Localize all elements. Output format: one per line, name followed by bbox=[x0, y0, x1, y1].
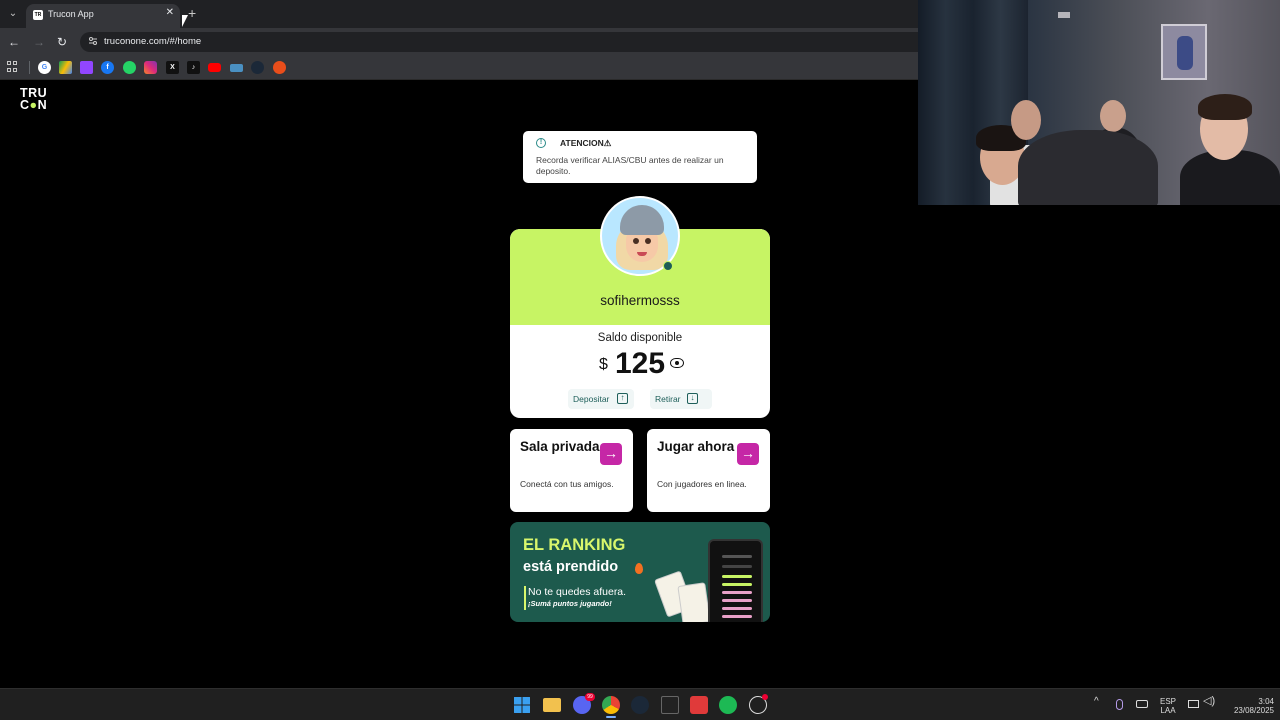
epic-games-icon[interactable] bbox=[661, 696, 679, 714]
google-icon[interactable]: G bbox=[38, 61, 51, 74]
download-icon: ↓ bbox=[687, 393, 698, 404]
webcam-person-right-hair bbox=[1198, 94, 1252, 120]
play-now-card[interactable]: Jugar ahora → Con jugadores en linea. bbox=[647, 429, 770, 512]
avatar-right-eye bbox=[645, 238, 651, 244]
clock-time: 3:04 bbox=[1258, 697, 1274, 706]
trucon-logo[interactable]: TRU C●N bbox=[20, 87, 60, 113]
card-subtitle: Conectá con tus amigos. bbox=[520, 479, 614, 489]
clock[interactable]: 3:04 23/08/2025 bbox=[1222, 697, 1274, 715]
drive-icon[interactable] bbox=[59, 61, 72, 74]
mouse-cursor-icon bbox=[182, 15, 188, 27]
anydesk-icon[interactable] bbox=[690, 696, 708, 714]
banner-title: EL RANKING bbox=[523, 536, 626, 554]
arrow-right-icon[interactable]: → bbox=[600, 443, 622, 465]
tray-overflow-icon[interactable]: ^ bbox=[1094, 697, 1099, 707]
withdraw-button-label: Retirar bbox=[655, 394, 681, 404]
alert-title: ATENCION⚠ bbox=[560, 138, 612, 148]
webcam-wall-vent bbox=[1058, 12, 1070, 18]
withdraw-button[interactable]: Retirar ↓ bbox=[650, 389, 712, 409]
whatsapp-icon[interactable] bbox=[123, 61, 136, 74]
site-info-icon[interactable] bbox=[88, 36, 98, 46]
url-text[interactable]: truconone.com/#/home bbox=[104, 36, 201, 47]
webcam-overlay bbox=[918, 0, 1280, 205]
trucon-favicon-icon: TR bbox=[33, 10, 43, 20]
keyboard-icon[interactable] bbox=[1136, 700, 1148, 708]
card-subtitle: Con jugadores en linea. bbox=[657, 479, 747, 489]
back-arrow-icon[interactable]: ← bbox=[7, 35, 21, 49]
upload-icon: ↑ bbox=[617, 393, 628, 404]
banner-text: No te quedes afuera. bbox=[528, 586, 627, 598]
volume-icon[interactable]: ◁) bbox=[1203, 696, 1215, 707]
network-icon[interactable] bbox=[1188, 700, 1199, 708]
microphone-icon[interactable] bbox=[1116, 699, 1123, 710]
tab-search-button[interactable]: ⌄ bbox=[4, 5, 22, 23]
new-tab-button[interactable]: + bbox=[188, 5, 196, 21]
banner-cta-text: ¡Sumá puntos jugando! bbox=[528, 599, 612, 608]
balance-amount: 125 bbox=[615, 347, 666, 380]
windows-start-icon[interactable] bbox=[513, 696, 531, 714]
obs-notification-dot bbox=[762, 694, 768, 700]
chrome-active-indicator bbox=[606, 716, 616, 718]
apps-grid-icon[interactable] bbox=[7, 61, 19, 73]
eye-icon[interactable] bbox=[670, 358, 684, 368]
steam-taskbar-icon[interactable] bbox=[631, 696, 649, 714]
browser-tab-bar: ⌄ TR Trucon App ✕ + bbox=[0, 0, 918, 28]
alert-text: Recorda verificar ALIAS/CBU antes de rea… bbox=[536, 155, 724, 176]
apple-icon[interactable] bbox=[273, 61, 286, 74]
discord-badge: 99 bbox=[585, 693, 595, 701]
forward-arrow-icon[interactable]: → bbox=[32, 35, 46, 49]
chrome-icon[interactable] bbox=[602, 696, 620, 714]
logo-line-2: C●N bbox=[20, 98, 48, 112]
clock-date: 23/08/2025 bbox=[1233, 706, 1274, 715]
language-indicator[interactable]: ESP LAA bbox=[1158, 697, 1178, 715]
fire-icon bbox=[635, 563, 643, 574]
bookmarks-bar: G f X ♪ bbox=[0, 56, 918, 80]
browser-tab[interactable]: TR Trucon App ✕ bbox=[26, 4, 180, 28]
instagram-icon[interactable] bbox=[144, 61, 157, 74]
webcam-person-back-head bbox=[1100, 100, 1126, 132]
private-room-card[interactable]: Sala privada → Conectá con tus amigos. bbox=[510, 429, 633, 512]
steam-icon[interactable] bbox=[251, 61, 264, 74]
arrow-right-icon[interactable]: → bbox=[737, 443, 759, 465]
avatar-beanie bbox=[620, 205, 664, 235]
deposit-button[interactable]: Depositar ↑ bbox=[568, 389, 634, 409]
online-status-indicator bbox=[663, 261, 673, 271]
card-title: Sala privada bbox=[520, 439, 600, 454]
deposit-warning-alert: ! ATENCION⚠ Recorda verificar ALIAS/CBU … bbox=[523, 131, 757, 183]
tab-title: Trucon App bbox=[48, 9, 94, 19]
balance-label: Saldo disponible bbox=[597, 332, 683, 344]
ranking-banner[interactable]: EL RANKING está prendido No te quedes af… bbox=[510, 522, 770, 622]
file-explorer-icon[interactable] bbox=[543, 698, 561, 712]
username: sofihermosss bbox=[600, 293, 680, 308]
address-bar[interactable]: truconone.com/#/home bbox=[80, 32, 918, 52]
spotify-icon[interactable] bbox=[719, 696, 737, 714]
banner-subtitle: está prendido bbox=[523, 559, 619, 575]
webcam-poster bbox=[1161, 24, 1207, 80]
logo-o-icon: ● bbox=[29, 98, 38, 112]
playing-card-image bbox=[677, 582, 711, 622]
bookmarks-divider bbox=[29, 61, 30, 74]
balance-display: $ 125 bbox=[510, 347, 770, 381]
tab-close-icon[interactable]: ✕ bbox=[166, 7, 174, 18]
youtube-icon[interactable] bbox=[208, 63, 221, 72]
tiktok-icon[interactable]: ♪ bbox=[187, 61, 200, 74]
pc-icon[interactable] bbox=[230, 64, 243, 72]
twitch-icon[interactable] bbox=[80, 61, 93, 74]
webcam-person-middle-head bbox=[1011, 100, 1041, 140]
deposit-button-label: Depositar bbox=[573, 394, 610, 404]
card-title: Jugar ahora bbox=[657, 439, 735, 454]
currency-symbol: $ bbox=[599, 356, 608, 373]
webcam-person-middle bbox=[1018, 130, 1158, 205]
x-icon[interactable]: X bbox=[166, 61, 179, 74]
reload-icon[interactable]: ↻ bbox=[55, 35, 69, 49]
windows-taskbar: 99 ^ ESP LAA ◁) 3:04 23/08/2025 bbox=[0, 688, 1280, 720]
phone-mockup-image bbox=[708, 539, 763, 622]
info-icon: ! bbox=[536, 138, 546, 148]
avatar-left-eye bbox=[633, 238, 639, 244]
facebook-icon[interactable]: f bbox=[101, 61, 114, 74]
banner-accent-line bbox=[524, 586, 526, 610]
